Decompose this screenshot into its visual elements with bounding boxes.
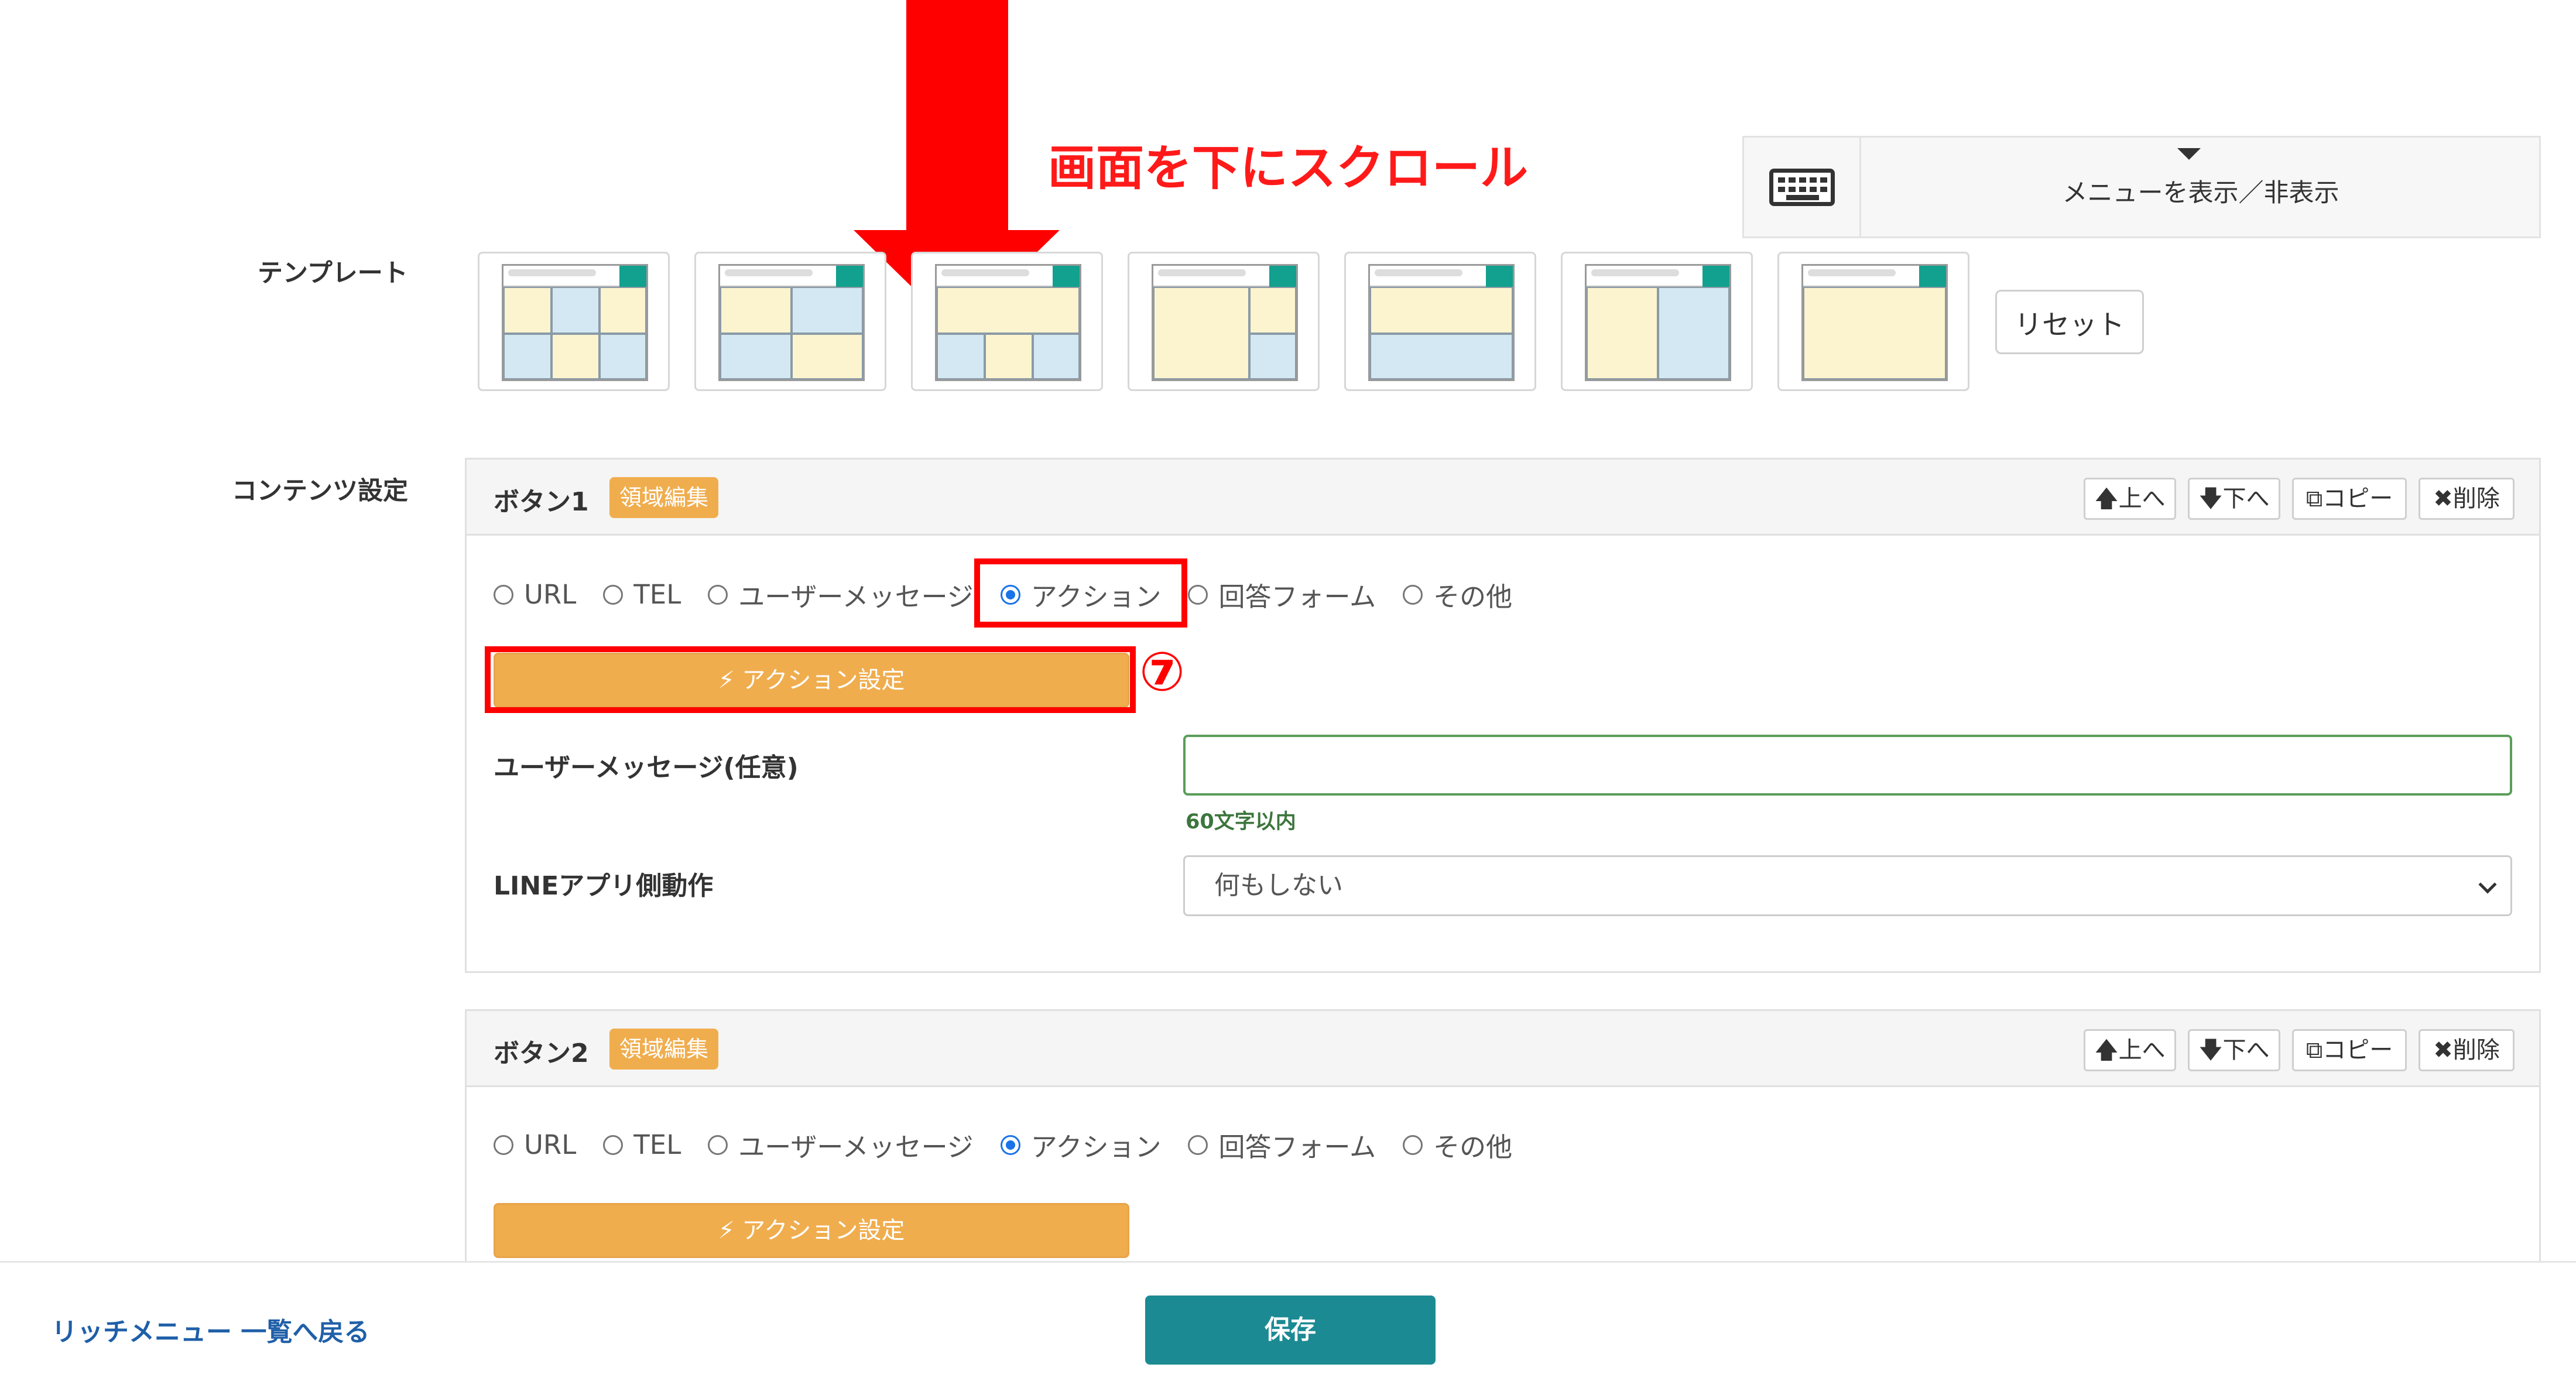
move-up-button[interactable]: 🡅上へ [2084, 478, 2176, 520]
link-type-radio-group: URL TEL ユーザーメッセージ アクション 回答フォーム その他 [494, 1126, 1539, 1164]
line-action-select[interactable]: 何もしない [1183, 855, 2512, 916]
move-up-button[interactable]: 🡅上へ [2084, 1029, 2176, 1071]
button-1-title: ボタン1 [494, 487, 589, 517]
scroll-instruction: 画面を下にスクロール [1048, 140, 1529, 196]
copy-button[interactable]: ⧉コピー [2292, 478, 2407, 520]
save-button[interactable]: 保存 [1145, 1296, 1436, 1365]
copy-icon: ⧉ [2306, 485, 2323, 512]
radio-answer-form[interactable]: 回答フォーム [1188, 1126, 1376, 1164]
bolt-icon: ⚡ [718, 1217, 742, 1244]
area-edit-badge[interactable]: 領域編集 [609, 1029, 718, 1070]
arrow-down-icon: 🡇 [2198, 1037, 2223, 1064]
button-2-title: ボタン2 [494, 1039, 589, 1068]
menu-toggle[interactable]: メニューを表示／非表示 [1742, 136, 2541, 238]
radio-tel[interactable]: TEL [603, 579, 681, 610]
footer-bar: リッチメニュー 一覧へ戻る 保存 [0, 1261, 2576, 1388]
scroll-down-arrow [906, 0, 1008, 231]
user-message-hint: 60文字以内 [1186, 810, 1296, 834]
menu-toggle-label: メニューを表示／非表示 [2062, 179, 2339, 208]
move-down-button[interactable]: 🡇下へ [2188, 1029, 2280, 1071]
highlight-action-radio [974, 558, 1187, 628]
move-down-button[interactable]: 🡇下へ [2188, 478, 2280, 520]
step-marker: ⑦ [1139, 640, 1185, 703]
keyboard-toggle[interactable] [1744, 138, 1861, 237]
area-edit-badge[interactable]: 領域編集 [609, 477, 718, 518]
template-option-6[interactable] [1561, 252, 1753, 391]
radio-url[interactable]: URL [494, 1129, 576, 1160]
template-option-2[interactable] [694, 252, 886, 391]
keyboard-icon [1769, 168, 1835, 206]
reset-button[interactable]: リセット [1995, 290, 2144, 354]
close-icon: ✖ [2433, 485, 2453, 512]
user-message-input[interactable] [1183, 735, 2512, 796]
copy-button[interactable]: ⧉コピー [2292, 1029, 2407, 1071]
line-action-label: LINEアプリ側動作 [494, 871, 714, 901]
template-option-5[interactable] [1344, 252, 1536, 391]
template-label: テンプレート [258, 259, 408, 288]
close-icon: ✖ [2433, 1037, 2453, 1064]
arrow-up-icon: 🡅 [2094, 485, 2119, 512]
button-2-panel: ボタン2 領域編集 🡅上へ 🡇下へ ⧉コピー ✖削除 URL TEL ユーザーメ… [465, 1009, 2541, 1279]
arrow-down-icon: 🡇 [2198, 485, 2223, 512]
button-2-header: ボタン2 領域編集 🡅上へ 🡇下へ ⧉コピー ✖削除 [467, 1011, 2539, 1087]
template-option-7[interactable] [1777, 252, 1969, 391]
radio-user-message[interactable]: ユーザーメッセージ [708, 1126, 974, 1164]
button-1-header: ボタン1 領域編集 🡅上へ 🡇下へ ⧉コピー ✖削除 [467, 460, 2539, 536]
radio-user-message[interactable]: ユーザーメッセージ [708, 575, 974, 614]
button-1-panel: ボタン1 領域編集 🡅上へ 🡇下へ ⧉コピー ✖削除 URL TEL ユーザーメ… [465, 458, 2541, 973]
highlight-action-settings [485, 646, 1136, 713]
delete-button[interactable]: ✖削除 [2419, 478, 2515, 520]
radio-other[interactable]: その他 [1403, 575, 1512, 614]
copy-icon: ⧉ [2306, 1037, 2323, 1064]
radio-other[interactable]: その他 [1403, 1126, 1512, 1164]
content-settings-label: コンテンツ設定 [232, 477, 408, 506]
template-option-3[interactable] [911, 252, 1103, 391]
back-to-list-link[interactable]: リッチメニュー 一覧へ戻る [52, 1311, 369, 1348]
delete-button[interactable]: ✖削除 [2419, 1029, 2515, 1071]
radio-answer-form[interactable]: 回答フォーム [1188, 575, 1376, 614]
arrow-up-icon: 🡅 [2094, 1037, 2119, 1064]
template-option-1[interactable] [478, 252, 670, 391]
radio-url[interactable]: URL [494, 579, 576, 610]
chevron-down-icon [2478, 875, 2497, 894]
caret-down-icon [2177, 148, 2201, 160]
template-option-4[interactable] [1128, 252, 1320, 391]
radio-action[interactable]: アクション [1000, 1126, 1161, 1164]
action-settings-button[interactable]: ⚡ アクション設定 [494, 1203, 1129, 1258]
user-message-label: ユーザーメッセージ(任意) [494, 753, 799, 783]
radio-tel[interactable]: TEL [603, 1129, 681, 1160]
